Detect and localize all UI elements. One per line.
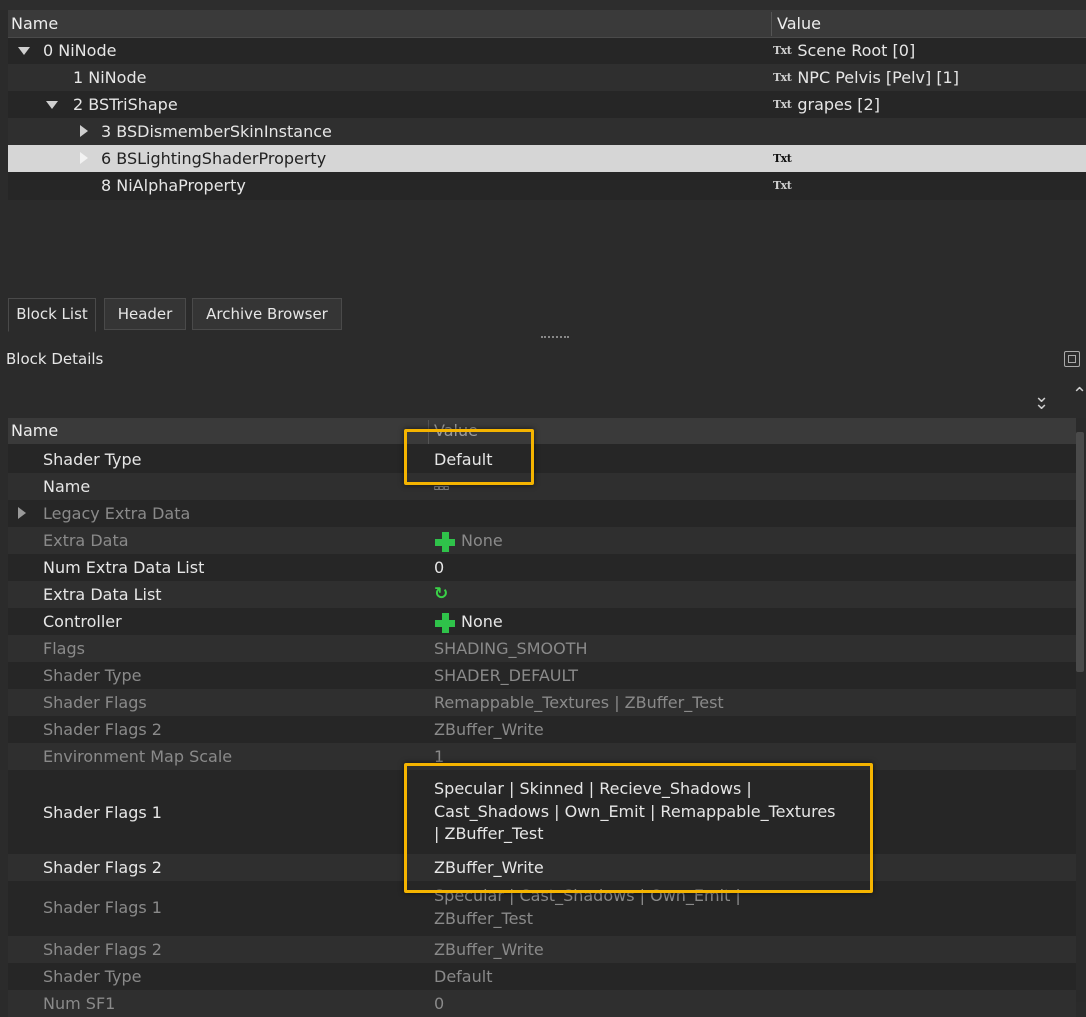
detail-row[interactable]: Shader Type Default — [8, 446, 1076, 473]
block-details-table[interactable]: Shader Type Default Name ▫▫▫ Legacy Extr… — [8, 418, 1076, 1017]
detail-value[interactable]: None — [461, 612, 503, 631]
tab-archive-browser[interactable]: Archive Browser — [192, 298, 342, 330]
tree-row-label: 0 NiNode — [43, 41, 117, 60]
detail-name: Shader Flags 2 — [43, 720, 162, 739]
detail-name: Shader Type — [43, 967, 142, 986]
detail-value[interactable]: 0 — [434, 554, 444, 581]
float-panel-icon[interactable] — [1064, 351, 1080, 367]
detail-name: Environment Map Scale — [43, 747, 233, 766]
detail-name: Extra Data — [43, 531, 129, 550]
detail-value: Remappable_Textures | ZBuffer_Test — [434, 693, 724, 712]
tree-row-label: 1 NiNode — [73, 68, 147, 87]
tree-row-label: 3 BSDismemberSkinInstance — [101, 122, 332, 141]
tree-row-selected[interactable]: 6 BSLightingShaderProperty Txt — [8, 145, 1086, 172]
detail-row[interactable]: Num SF1 0 — [8, 990, 1076, 1017]
highlight-box — [404, 763, 873, 893]
detail-name: Shader Type — [43, 666, 142, 685]
detail-row[interactable]: Shader Type Default — [8, 963, 1076, 990]
tree-row-label: 6 BSLightingShaderProperty — [101, 149, 327, 168]
detail-row[interactable]: Shader Type SHADER_DEFAULT — [8, 662, 1076, 689]
detail-name: Flags — [43, 639, 85, 658]
detail-name: Extra Data List — [43, 585, 162, 604]
panel-title: Block Details — [6, 350, 104, 368]
txt-icon: Txt — [773, 71, 792, 84]
tree-row-value: Scene Root [0] — [797, 41, 916, 60]
detail-row[interactable]: Shader Flags Remappable_Textures | ZBuff… — [8, 689, 1076, 716]
details-header: Name Value — [8, 418, 1076, 444]
collapse-arrow-icon[interactable] — [18, 47, 30, 55]
detail-value: SHADING_SMOOTH — [434, 639, 588, 658]
tree-column-name[interactable]: Name — [11, 10, 58, 37]
detail-name: Num SF1 — [43, 994, 116, 1013]
tree-column-value[interactable]: Value — [777, 10, 821, 37]
splitter-grip[interactable] — [541, 336, 569, 342]
detail-name: Shader Type — [43, 450, 142, 469]
collapse-all-icon-2: ⌄ — [1034, 393, 1050, 414]
detail-value: SHADER_DEFAULT — [434, 666, 578, 685]
detail-name: Controller — [43, 612, 122, 631]
tree-row[interactable]: 0 NiNode Txt Scene Root [0] — [8, 37, 1086, 64]
detail-row[interactable]: Name ▫▫▫ — [8, 473, 1076, 500]
details-column-name[interactable]: Name — [11, 418, 58, 444]
detail-row[interactable]: Controller None — [8, 608, 1076, 635]
detail-row[interactable]: Flags SHADING_SMOOTH — [8, 635, 1076, 662]
add-icon[interactable] — [434, 612, 456, 634]
expand-all-icon[interactable]: ⌃ — [1072, 384, 1086, 405]
txt-icon: Txt — [773, 44, 792, 57]
detail-row[interactable]: Shader Flags 2 ZBuffer_Write — [8, 936, 1076, 963]
tree-header: Name Value — [8, 10, 1086, 38]
tree-row[interactable]: 1 NiNode Txt NPC Pelvis [Pelv] [1] — [8, 64, 1086, 91]
detail-row[interactable]: Shader Flags 2 ZBuffer_Write — [8, 716, 1076, 743]
detail-name: Shader Flags 2 — [43, 858, 162, 877]
detail-name: Name — [43, 477, 91, 496]
collapse-arrow-icon[interactable] — [46, 101, 58, 109]
detail-row[interactable]: Legacy Extra Data — [8, 500, 1076, 527]
highlight-box — [404, 429, 534, 485]
tab-block-list[interactable]: Block List — [8, 298, 96, 332]
detail-row[interactable]: Num Extra Data List 0 — [8, 554, 1076, 581]
add-icon[interactable] — [434, 531, 456, 553]
txt-icon: Txt — [773, 152, 792, 165]
expand-arrow-icon[interactable] — [80, 125, 88, 137]
tree-row[interactable]: 2 BSTriShape Txt grapes [2] — [8, 91, 1086, 118]
tab-header[interactable]: Header — [104, 298, 186, 330]
detail-name: Shader Flags 2 — [43, 940, 162, 959]
detail-row[interactable]: Extra Data List ↻ — [8, 581, 1076, 608]
top-strip — [0, 0, 1086, 10]
detail-value: 0 — [434, 994, 445, 1013]
detail-value: ZBuffer_Write — [434, 720, 544, 739]
column-divider[interactable] — [771, 12, 772, 36]
block-tree[interactable]: 0 NiNode Txt Scene Root [0] 1 NiNode Txt N… — [8, 10, 1086, 200]
detail-value: ZBuffer_Write — [434, 940, 544, 959]
tree-row-label: 8 NiAlphaProperty — [101, 176, 246, 195]
detail-value[interactable]: None — [461, 531, 503, 550]
detail-name: Shader Flags 1 — [43, 898, 162, 917]
txt-icon: Txt — [773, 179, 792, 192]
tree-row-value: grapes [2] — [797, 95, 880, 114]
expand-arrow-icon[interactable] — [80, 152, 88, 164]
txt-icon: Txt — [773, 98, 792, 111]
detail-row[interactable]: Extra Data None — [8, 527, 1076, 554]
expand-arrow-icon[interactable] — [18, 507, 26, 519]
detail-name: Shader Flags — [43, 693, 147, 712]
detail-name: Num Extra Data List — [43, 558, 205, 577]
tree-row[interactable]: 8 NiAlphaProperty Txt — [8, 172, 1086, 199]
tree-row-label: 2 BSTriShape — [73, 95, 178, 114]
tree-row-value: NPC Pelvis [Pelv] [1] — [797, 68, 959, 87]
refresh-icon[interactable]: ↻ — [434, 581, 448, 608]
tree-row[interactable]: 3 BSDismemberSkinInstance — [8, 118, 1086, 145]
detail-value: Default — [434, 967, 493, 986]
detail-name: Legacy Extra Data — [43, 504, 191, 523]
detail-name: Shader Flags 1 — [43, 803, 162, 822]
scrollbar-thumb[interactable] — [1076, 432, 1084, 672]
